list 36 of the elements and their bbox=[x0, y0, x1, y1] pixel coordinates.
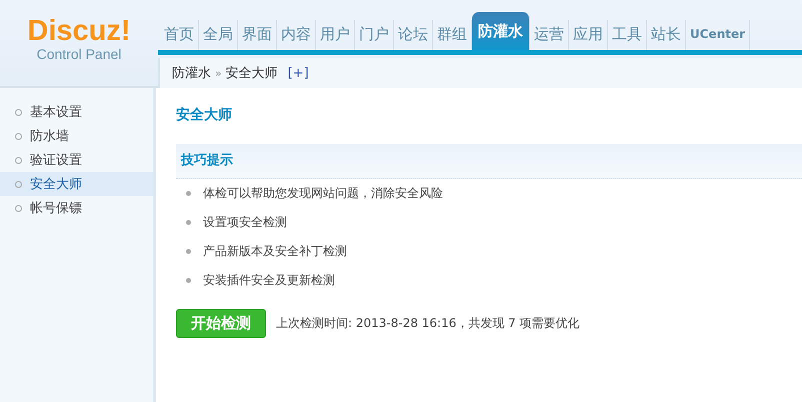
nav-tab[interactable]: 首页 bbox=[160, 20, 199, 50]
sidebar-item[interactable]: 安全大师 bbox=[0, 172, 153, 196]
nav-tab[interactable]: 应用 bbox=[569, 20, 608, 50]
nav-tab[interactable]: 门户 bbox=[355, 20, 394, 50]
breadcrumb-current: 安全大师 bbox=[226, 65, 278, 82]
bullet-icon bbox=[186, 278, 191, 283]
logo-title: Discuz! bbox=[27, 16, 131, 46]
page-title: 安全大师 bbox=[176, 106, 233, 125]
bullet-icon bbox=[186, 191, 191, 196]
nav-tab[interactable]: 用户 bbox=[316, 20, 355, 50]
nav-tab[interactable]: UCenter bbox=[686, 20, 750, 50]
nav-tab[interactable]: 工具 bbox=[608, 20, 647, 50]
nav-tab[interactable]: 站长 bbox=[647, 20, 686, 50]
nav-tab[interactable]: 论坛 bbox=[394, 20, 433, 50]
last-check-text: 上次检测时间: 2013-8-28 16:16，共发现 7 项需要优化 bbox=[276, 315, 580, 332]
start-check-button[interactable]: 开始检测 bbox=[176, 309, 266, 338]
breadcrumb-link[interactable]: 防灌水 bbox=[172, 64, 211, 82]
tip-text: 产品新版本及安全补丁检测 bbox=[203, 243, 347, 260]
bullet-icon bbox=[186, 249, 191, 254]
nav-tab[interactable]: 运营 bbox=[530, 20, 569, 50]
nav-tab[interactable]: 防灌水 bbox=[472, 12, 530, 50]
tips-header: 技巧提示 bbox=[176, 144, 802, 179]
tip-text: 体检可以帮助您发现网站问题，消除安全风险 bbox=[203, 185, 443, 202]
nav-tab[interactable]: 内容 bbox=[277, 20, 316, 50]
logo-subtitle: Control Panel bbox=[36, 46, 122, 62]
tip-text: 设置项安全检测 bbox=[203, 214, 287, 231]
nav-tab[interactable]: 全局 bbox=[199, 20, 238, 50]
bullet-icon bbox=[186, 220, 191, 225]
breadcrumb-separator: » bbox=[215, 66, 222, 80]
sidebar-item[interactable]: 帐号保镖 bbox=[0, 196, 153, 220]
sidebar-item[interactable]: 基本设置 bbox=[0, 100, 153, 124]
add-shortcut-link[interactable]: [+] bbox=[288, 66, 309, 80]
sidebar-item[interactable]: 防水墙 bbox=[0, 124, 153, 148]
sidebar-item[interactable]: 验证设置 bbox=[0, 148, 153, 172]
nav-tab[interactable]: 界面 bbox=[238, 20, 277, 50]
tip-text: 安装插件安全及更新检测 bbox=[203, 272, 335, 289]
